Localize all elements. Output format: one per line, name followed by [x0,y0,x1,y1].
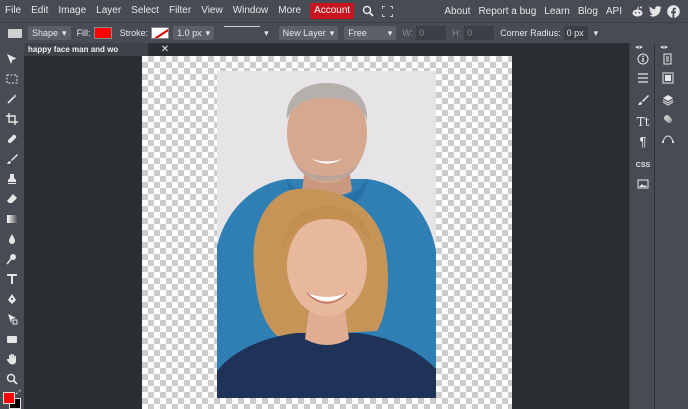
menu-layer[interactable]: Layer [91,0,126,22]
link-report-bug[interactable]: Report a bug [474,6,540,17]
menu-file[interactable]: File [0,0,26,22]
clone-stamp-tool-icon[interactable] [3,171,21,187]
width-label: W: [402,28,414,38]
paragraph-icon[interactable]: ¶ [636,134,650,149]
menu-select[interactable]: Select [126,0,164,22]
link-learn[interactable]: Learn [540,6,574,17]
link-about[interactable]: About [440,6,474,17]
layer-mode-value: New Layer [282,28,326,38]
menu-filter[interactable]: Filter [164,0,196,22]
close-icon[interactable]: ✕ [159,43,171,56]
link-api[interactable]: API [602,6,626,17]
type-tool-icon[interactable] [3,271,21,287]
collapse-arrows-icon[interactable]: ◂▸ [635,43,644,51]
canvas-transparent-background[interactable] [142,56,512,409]
rectangle-tool-icon[interactable] [3,331,21,347]
paths-icon[interactable] [661,131,675,145]
chevron-down-icon: ▾ [387,28,393,38]
dodge-tool-icon[interactable] [3,251,21,267]
layers-icon[interactable] [661,93,675,107]
stroke-width-value: 1.0 px [177,28,202,38]
gradient-tool-icon[interactable] [3,211,21,227]
menu-image[interactable]: Image [53,0,91,22]
pen-tool-icon[interactable] [3,291,21,307]
side-panel-panels: ◂▸ [654,43,688,409]
hand-tool-icon[interactable] [3,351,21,367]
swatches-icon[interactable] [661,71,675,85]
blur-tool-icon[interactable] [3,231,21,247]
menu-more[interactable]: More [273,0,306,22]
chevron-down-icon: ▾ [205,28,211,38]
search-icon[interactable] [362,0,374,22]
brush-tool-icon[interactable] [3,151,21,167]
marquee-tool-icon[interactable] [3,71,21,87]
photo-image[interactable] [217,71,436,398]
workspace [24,56,629,409]
document-tab[interactable]: happy face man and wo [24,43,148,56]
link-blog[interactable]: Blog [574,6,602,17]
css-icon[interactable]: CSS [636,158,650,172]
twitter-icon[interactable] [649,5,662,18]
channels-icon[interactable] [661,112,675,126]
width-input[interactable]: 0 [416,26,447,40]
fullscreen-icon[interactable] [382,0,394,22]
tool-bar: ⤢ [0,43,24,409]
reddit-icon[interactable] [631,5,644,18]
image-panel-icon[interactable] [636,177,650,191]
chevron-down-icon[interactable]: ▾ [594,28,599,39]
chevron-down-icon: ▾ [264,28,269,38]
facebook-icon[interactable] [667,4,680,18]
move-tool-icon[interactable] [3,51,21,67]
side-panel-tools: ◂▸ Tt ¶ CSS [629,43,654,409]
menu-right-group: About Report a bug Learn Blog API [440,4,688,18]
document-tab-bar: happy face man and wo ✕ [24,43,629,56]
info-icon[interactable] [636,52,650,66]
account-button[interactable]: Account [310,3,355,19]
menu-bar: File Edit Image Layer Select Filter View… [0,0,688,22]
photopea-app: File Edit Image Layer Select Filter View… [0,0,688,409]
swap-colors-icon[interactable]: ⤢ [16,390,21,397]
constraint-value: Free [348,28,367,38]
fill-color-swatch[interactable] [93,27,112,39]
options-bar: Shape ▾ Fill: Stroke: 1.0 px ▾ ▾ New Layer… [0,22,688,43]
zoom-tool-icon[interactable] [3,371,21,387]
menu-view[interactable]: View [196,0,228,22]
layer-mode-select[interactable]: New Layer ▾ [278,26,339,40]
rectangle-shape-icon[interactable] [8,28,22,38]
corner-radius-label: Corner Radius: [500,28,561,38]
fill-label: Fill: [76,28,91,38]
brush-settings-icon[interactable] [636,93,650,107]
menu-edit[interactable]: Edit [26,0,53,22]
corner-radius-input[interactable]: 0 px [563,26,588,40]
stroke-color-swatch[interactable] [151,27,170,39]
chevron-down-icon: ▾ [329,28,335,38]
eraser-tool-icon[interactable] [3,191,21,207]
menu-window[interactable]: Window [228,0,274,22]
collapse-arrows-icon[interactable]: ◂▸ [660,43,669,51]
shape-mode-value: Shape [32,28,59,38]
height-input[interactable]: 0 [464,26,495,40]
chevron-down-icon: ▾ [62,28,67,38]
stroke-style-select[interactable]: ▾ [220,26,273,40]
shape-mode-select[interactable]: Shape ▾ [28,26,71,40]
history-icon[interactable] [661,52,675,66]
constraint-select[interactable]: Free ▾ [344,26,397,40]
properties-icon[interactable] [636,71,650,85]
height-label: H: [452,28,462,38]
magic-wand-tool-icon[interactable] [3,91,21,107]
stroke-style-line [224,26,261,27]
foreground-color-swatch[interactable] [3,392,15,404]
healing-brush-tool-icon[interactable] [3,131,21,147]
crop-tool-icon[interactable] [3,111,21,127]
stroke-label: Stroke: [119,28,149,38]
path-select-tool-icon[interactable] [3,311,21,327]
character-icon[interactable]: Tt [636,115,650,129]
stroke-width-select[interactable]: 1.0 px ▾ [173,26,215,40]
